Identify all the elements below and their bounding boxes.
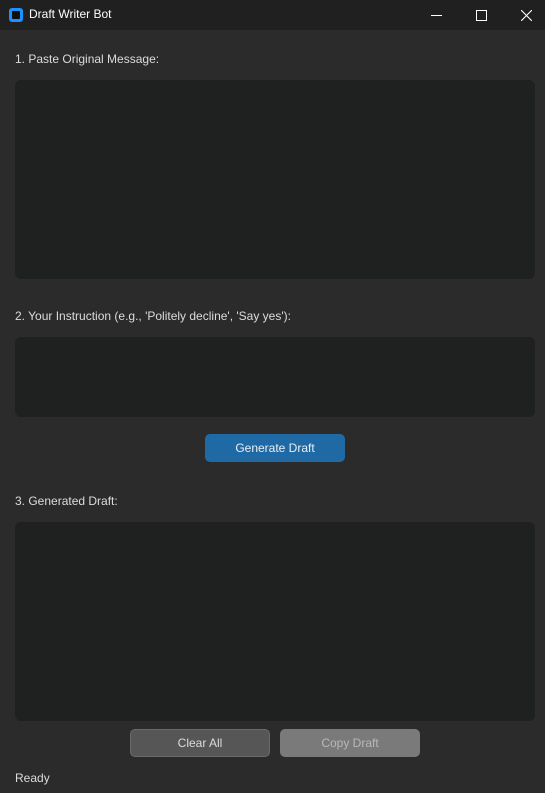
generated-draft-label: 3. Generated Draft: [15, 494, 118, 508]
app-window: Draft Writer Bot 1. Paste Original Messa… [0, 0, 545, 793]
title-bar[interactable]: Draft Writer Bot [0, 0, 545, 30]
minimize-icon [430, 14, 442, 16]
instruction-label: 2. Your Instruction (e.g., 'Politely dec… [15, 309, 291, 323]
instruction-input[interactable] [15, 337, 535, 417]
minimize-button[interactable] [413, 0, 459, 30]
original-message-label: 1. Paste Original Message: [15, 52, 160, 66]
window-title: Draft Writer Bot [29, 7, 112, 21]
clear-all-button[interactable]: Clear All [130, 729, 270, 757]
copy-draft-button[interactable]: Copy Draft [280, 729, 420, 757]
status-text: Ready [15, 771, 50, 785]
generated-draft-output[interactable] [15, 522, 535, 721]
original-message-input[interactable] [15, 80, 535, 279]
close-icon [520, 9, 532, 21]
app-icon [9, 8, 23, 22]
close-button[interactable] [503, 0, 545, 30]
maximize-button[interactable] [458, 0, 504, 30]
generate-draft-button[interactable]: Generate Draft [205, 434, 345, 462]
maximize-icon [475, 9, 487, 21]
